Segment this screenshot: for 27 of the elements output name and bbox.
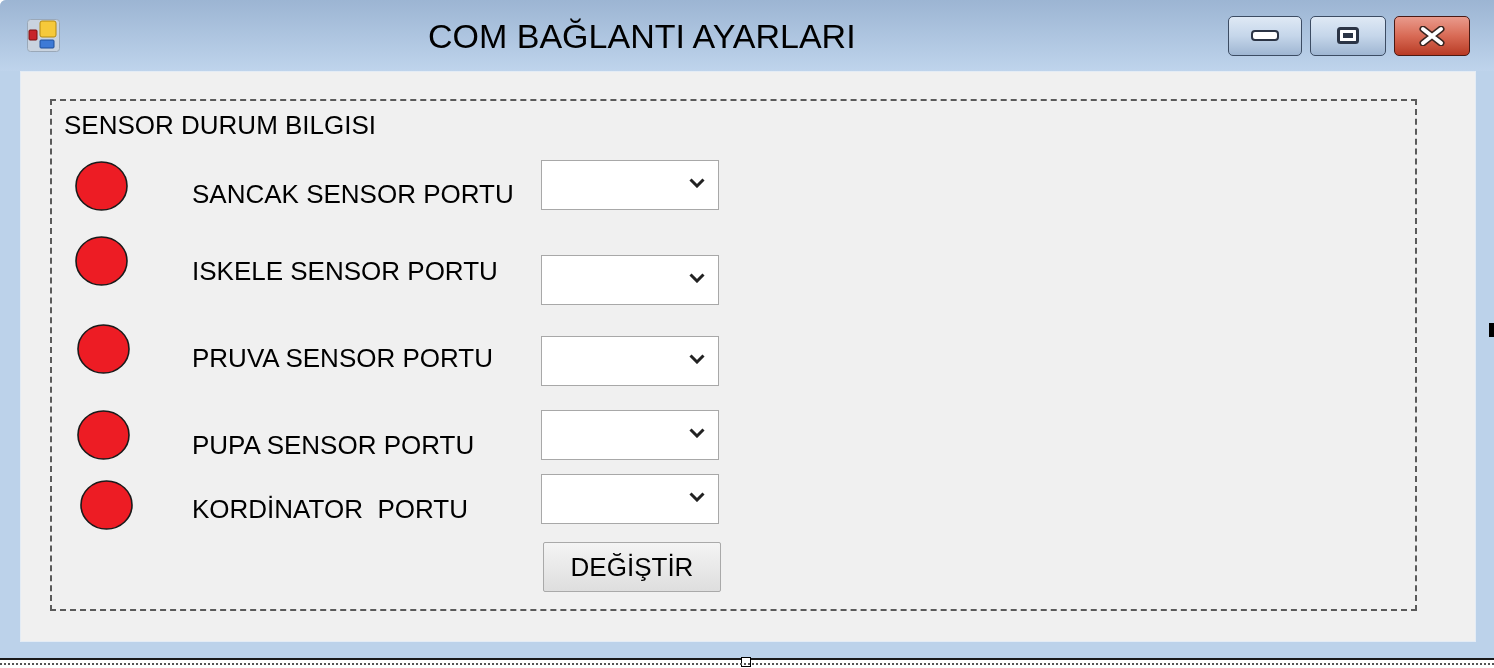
resize-handle[interactable]	[1489, 323, 1494, 337]
chevron-down-icon	[689, 492, 705, 502]
chevron-down-icon	[689, 354, 705, 364]
port-dropdown[interactable]	[541, 410, 719, 460]
port-label: KORDİNATOR PORTU	[192, 494, 468, 524]
minimize-button[interactable]	[1228, 15, 1302, 56]
port-label: ISKELE SENSOR PORTU	[192, 256, 498, 286]
close-button[interactable]	[1394, 15, 1470, 56]
window-title: COM BAĞLANTI AYARLARI	[428, 15, 856, 56]
chevron-down-icon	[689, 178, 705, 188]
chevron-down-icon	[689, 273, 705, 283]
close-icon	[1419, 25, 1445, 46]
port-label: PUPA SENSOR PORTU	[192, 430, 475, 460]
chevron-down-icon	[689, 428, 705, 438]
maximize-icon	[1337, 27, 1359, 44]
port-dropdown[interactable]	[541, 474, 719, 524]
app-icon	[27, 19, 60, 52]
port-dropdown[interactable]	[541, 160, 719, 210]
port-dropdown[interactable]	[541, 255, 719, 305]
resize-handle[interactable]	[741, 657, 751, 667]
port-label: PRUVA SENSOR PORTU	[192, 343, 493, 373]
group-title: SENSOR DURUM BILGISI	[64, 110, 377, 140]
port-dropdown[interactable]	[541, 336, 719, 386]
change-button[interactable]: DEĞİŞTİR	[543, 542, 721, 592]
port-label: SANCAK SENSOR PORTU	[192, 179, 514, 209]
maximize-button[interactable]	[1310, 15, 1386, 56]
minimize-icon	[1251, 30, 1279, 41]
